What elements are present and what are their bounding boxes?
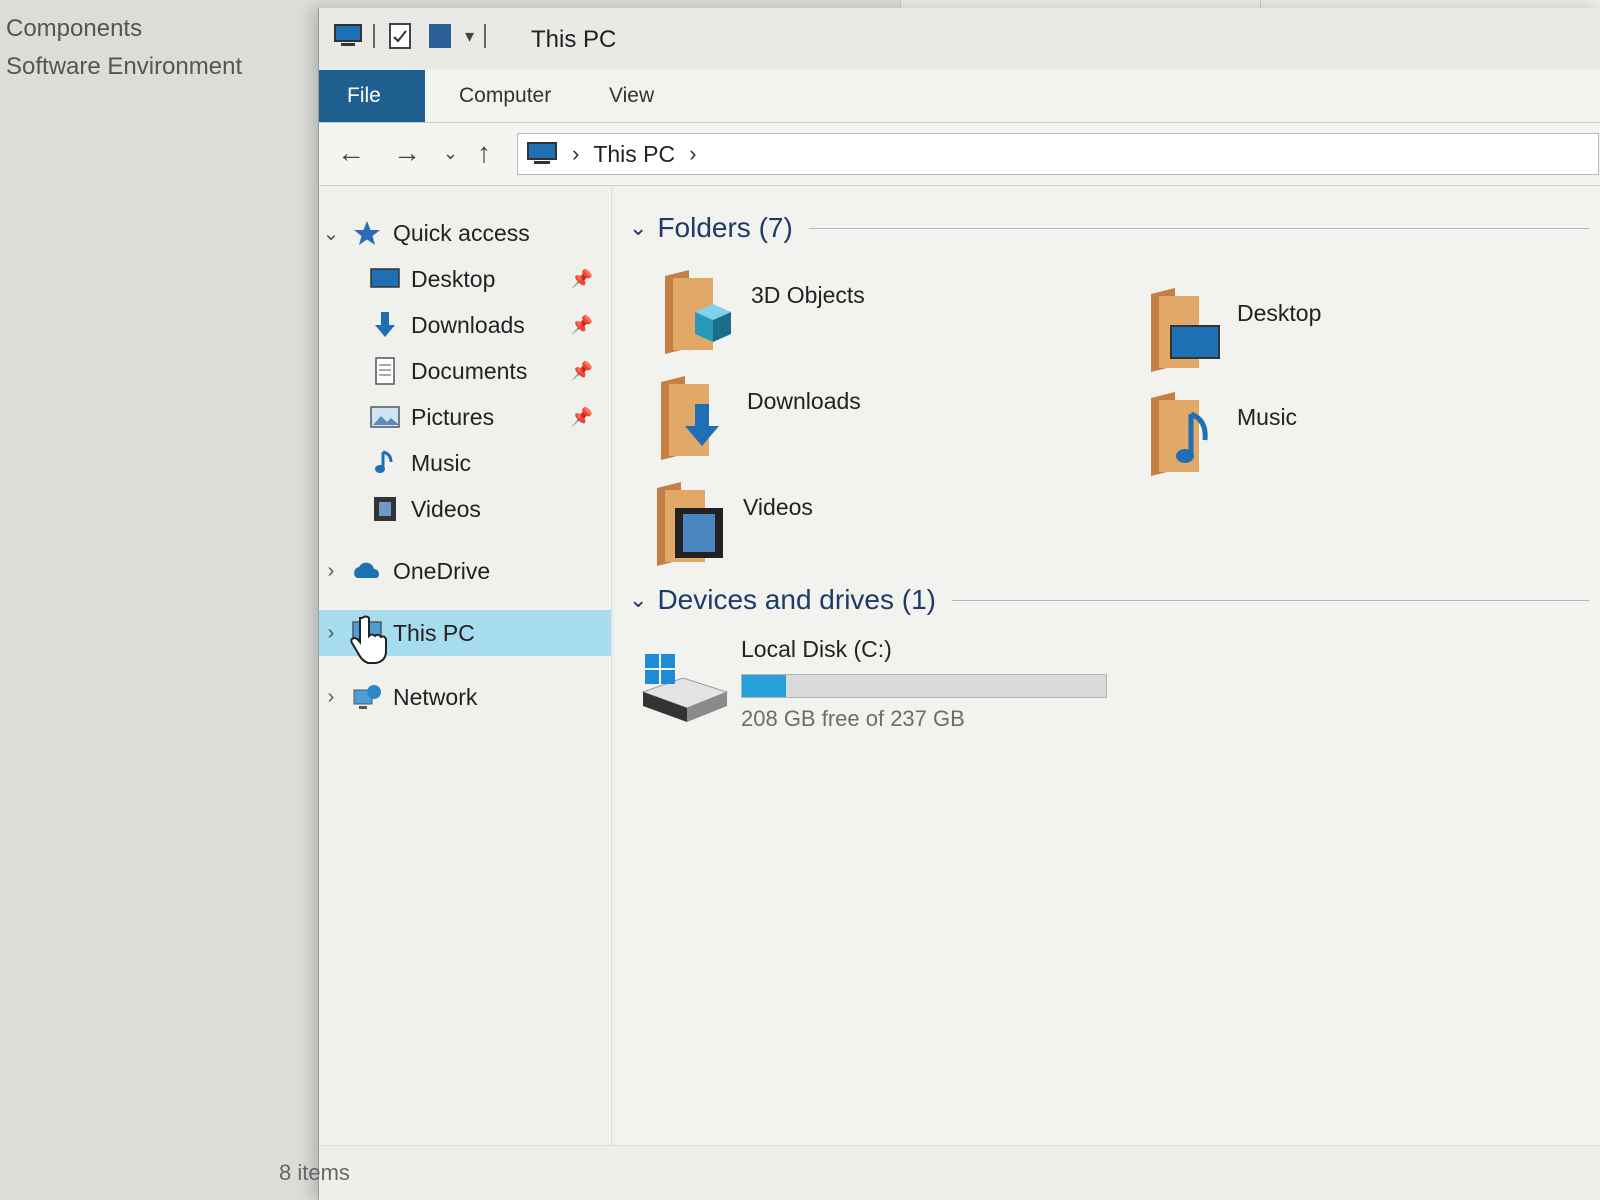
network-icon [353, 685, 381, 709]
folder-tile-music[interactable]: Music [1145, 390, 1565, 490]
downloads-icon [375, 312, 395, 337]
forward-arrow-icon[interactable]: → [393, 137, 421, 169]
local-disk-icon [641, 654, 729, 722]
nav-network[interactable]: › Network [319, 674, 611, 720]
videos-folder-icon [657, 482, 723, 566]
ribbon: File Computer View [319, 70, 1600, 123]
collapse-chevron-icon[interactable]: ⌄ [629, 215, 647, 241]
pin-icon[interactable]: 📌 [571, 269, 593, 290]
navigation-pane: ⌄ Quick access Desktop 📌 Downloads 📌 Doc… [319, 186, 612, 1146]
breadcrumb-chevron-icon[interactable]: › [689, 141, 696, 167]
music-icon [375, 450, 393, 473]
drive-free-space: 208 GB free of 237 GB [741, 706, 965, 731]
content-pane: ⌄ Folders (7) 3D Objects Desktop Downloa… [615, 186, 1600, 1146]
nav-item-downloads[interactable]: Downloads 📌 [319, 302, 611, 348]
folder-tile-3d-objects[interactable]: 3D Objects [659, 268, 1079, 368]
nav-item-label: Quick access [393, 219, 530, 246]
drive-usage-fill [742, 675, 787, 697]
pin-icon[interactable]: 📌 [571, 407, 593, 428]
group-divider [952, 599, 1589, 601]
folder-label: Desktop [1237, 300, 1322, 326]
downloads-folder-icon [661, 376, 719, 460]
folder-tile-desktop[interactable]: Desktop [1145, 286, 1565, 386]
tab-computer[interactable]: Computer [431, 70, 579, 122]
desktop-icon [370, 268, 400, 288]
nav-item-label: This PC [393, 619, 475, 646]
background-tree: Components Software Environment [6, 10, 242, 86]
star-icon [354, 221, 380, 245]
expand-chevron-icon[interactable]: › [319, 686, 343, 709]
nav-item-label: Desktop [411, 265, 496, 292]
collapse-chevron-icon[interactable]: ⌄ [629, 587, 647, 613]
collapse-chevron-icon[interactable]: ⌄ [319, 221, 343, 246]
quick-access-toolbar: ▾ [333, 22, 487, 50]
drive-tile-local-disk-c[interactable]: Local Disk (C:) 208 GB free of 237 GB [639, 634, 1159, 744]
nav-item-desktop[interactable]: Desktop 📌 [319, 256, 611, 302]
toolbar-separator [373, 24, 375, 48]
3d-objects-folder-icon [665, 270, 731, 354]
drive-usage-bar [741, 674, 1107, 698]
nav-item-label: OneDrive [393, 557, 491, 584]
breadcrumb-chevron-icon[interactable]: › [572, 141, 579, 167]
cloud-icon [354, 562, 379, 578]
address-bar[interactable]: › This PC › [517, 133, 1599, 175]
this-pc-icon [334, 24, 362, 46]
pin-icon[interactable]: 📌 [571, 361, 593, 382]
drive-name: Local Disk (C:) [741, 636, 892, 662]
new-folder-icon[interactable] [425, 22, 455, 50]
folders-group-header[interactable]: ⌄ Folders (7) [629, 212, 1589, 244]
folder-label: Music [1237, 404, 1298, 430]
nav-quick-access[interactable]: ⌄ Quick access [319, 210, 611, 256]
desktop-folder-icon [1151, 288, 1220, 372]
folder-tile-videos[interactable]: Videos [651, 480, 1071, 580]
videos-icon [374, 497, 396, 521]
breadcrumb-this-pc[interactable]: This PC [593, 141, 675, 168]
group-title: Devices and drives (1) [657, 584, 936, 615]
hand-cursor-icon [350, 615, 387, 664]
nav-onedrive[interactable]: › OneDrive [319, 548, 611, 594]
nav-item-label: Videos [411, 495, 481, 522]
this-pc-icon [527, 142, 557, 164]
background-tree-item[interactable]: Components [6, 10, 242, 48]
expand-chevron-icon[interactable]: › [319, 560, 343, 583]
nav-item-label: Network [393, 683, 478, 710]
customize-toolbar-icon[interactable]: ▾ [465, 26, 474, 47]
file-explorer-window: ▾ This PC File Computer View ← → ⌄ ↑ › T… [279, 8, 1600, 1200]
nav-item-label: Music [411, 449, 472, 476]
nav-item-music[interactable]: Music [319, 440, 611, 486]
documents-icon [375, 357, 395, 385]
devices-group-header[interactable]: ⌄ Devices and drives (1) [629, 584, 1589, 616]
navigation-bar: ← → ⌄ ↑ › This PC › [319, 123, 1600, 186]
folder-label: 3D Objects [751, 282, 865, 308]
pin-icon[interactable]: 📌 [571, 315, 593, 336]
window-title: This PC [531, 26, 617, 53]
background-tree-item[interactable]: Software Environment [6, 48, 242, 86]
folder-tile-downloads[interactable]: Downloads [655, 374, 1075, 474]
folder-label: Downloads [747, 388, 861, 414]
pictures-icon [370, 406, 400, 428]
nav-item-videos[interactable]: Videos [319, 486, 611, 532]
folder-label: Videos [743, 494, 813, 520]
item-count: 8 items [279, 1160, 350, 1185]
nav-item-pictures[interactable]: Pictures 📌 [319, 394, 611, 440]
nav-item-label: Pictures [411, 403, 495, 430]
up-arrow-icon[interactable]: ↑ [477, 137, 491, 169]
nav-item-label: Downloads [411, 311, 525, 338]
tab-view[interactable]: View [581, 70, 682, 122]
status-bar: 8 items [279, 1145, 1600, 1200]
group-title: Folders (7) [657, 212, 793, 243]
toolbar-separator [484, 24, 487, 48]
nav-item-label: Documents [411, 357, 528, 384]
title-bar: ▾ This PC [319, 8, 1600, 71]
recent-locations-chevron-icon[interactable]: ⌄ [443, 143, 458, 164]
group-divider [808, 227, 1589, 229]
nav-item-documents[interactable]: Documents 📌 [319, 348, 611, 394]
back-arrow-icon[interactable]: ← [337, 137, 365, 169]
properties-icon[interactable] [385, 22, 415, 50]
music-folder-icon [1151, 392, 1208, 476]
expand-chevron-icon[interactable]: › [319, 622, 343, 645]
tab-file[interactable]: File [319, 70, 425, 122]
